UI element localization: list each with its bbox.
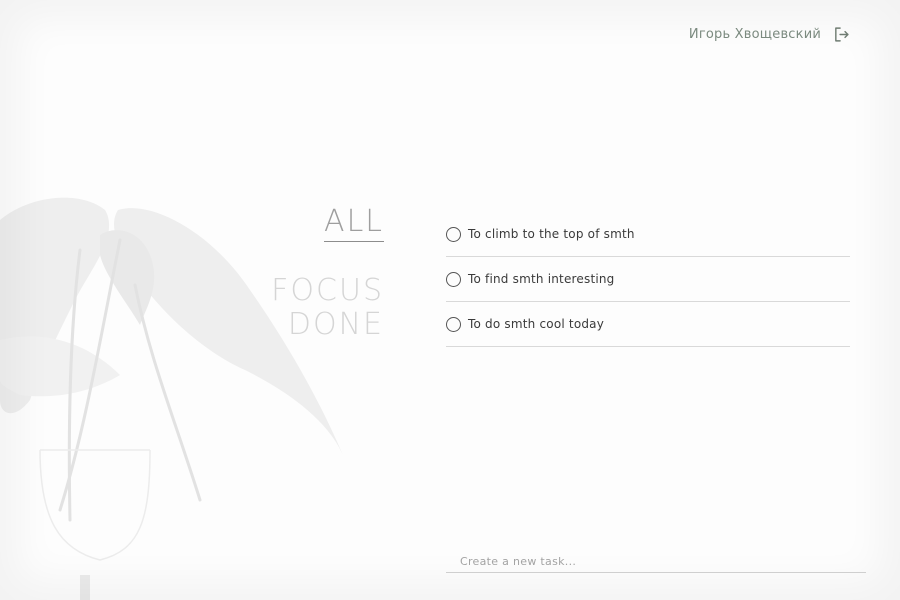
todo-app: Игорь Хвощевский ALL FOCUS DONE To climb…	[0, 0, 900, 600]
user-header: Игорь Хвощевский	[689, 26, 850, 43]
task-item: To find smth interesting	[446, 257, 850, 302]
task-item: To climb to the top of smth	[446, 212, 850, 257]
filter-done[interactable]: DONE	[271, 308, 384, 342]
task-text[interactable]: To do smth cool today	[468, 317, 604, 331]
task-checkbox[interactable]	[446, 226, 461, 242]
task-checkbox[interactable]	[446, 271, 461, 287]
filter-all[interactable]: ALL	[324, 205, 384, 242]
task-item: To do smth cool today	[446, 302, 850, 347]
task-list: To climb to the top of smth To find smth…	[446, 212, 850, 347]
new-task-input[interactable]	[446, 553, 866, 573]
task-filters: ALL FOCUS DONE	[271, 205, 384, 342]
task-text[interactable]: To climb to the top of smth	[468, 227, 635, 241]
logout-icon[interactable]	[833, 26, 850, 43]
user-name[interactable]: Игорь Хвощевский	[689, 27, 821, 42]
task-text[interactable]: To find smth interesting	[468, 272, 615, 286]
filter-focus[interactable]: FOCUS	[271, 274, 384, 308]
task-checkbox[interactable]	[446, 316, 461, 332]
